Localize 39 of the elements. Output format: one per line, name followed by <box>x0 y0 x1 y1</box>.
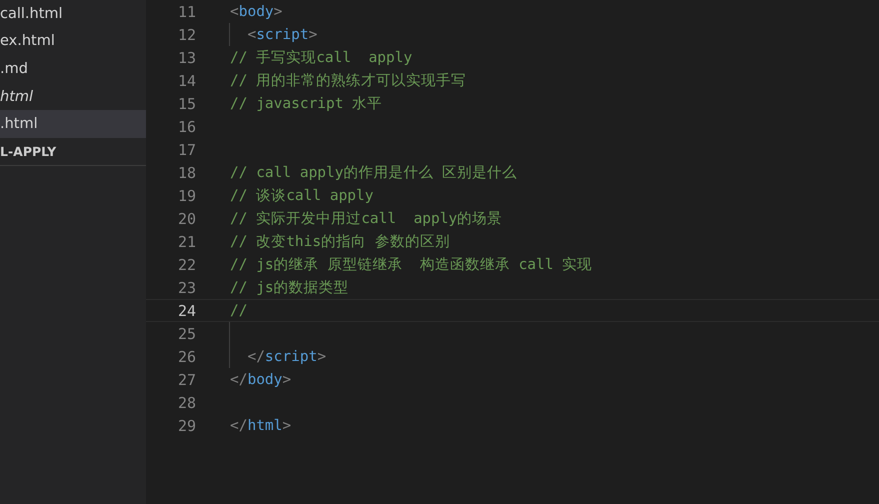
code-line: </html> <box>229 416 292 436</box>
line-number: 17 <box>176 140 196 158</box>
line-number: 11 <box>176 2 196 20</box>
code-line: // call apply的作用是什么 区别是什么 <box>229 164 518 183</box>
code-line: // 实际开发中用过call apply的场景 <box>229 210 502 229</box>
code-line: // 改变this的指向 参数的区别 <box>229 232 450 252</box>
line-number: 14 <box>176 72 196 90</box>
line-number: 22 <box>176 256 196 274</box>
line-number: 19 <box>176 186 196 204</box>
code-line: // js的继承 原型链继承 构造函数继承 call 实现 <box>229 256 592 275</box>
line-number: 21 <box>176 232 196 250</box>
file-item[interactable]: html <box>0 82 146 110</box>
line-number: 12 <box>176 26 196 44</box>
line-number: 25 <box>176 324 196 342</box>
line-number: 18 <box>176 164 196 182</box>
line-number: 13 <box>176 48 196 66</box>
line-number: 15 <box>176 94 196 112</box>
line-number: 29 <box>176 416 196 434</box>
line-number: 23 <box>176 278 196 296</box>
code-line: // <box>229 302 248 320</box>
code-line: // js的数据类型 <box>229 279 349 298</box>
file-item[interactable]: .md <box>0 55 146 83</box>
code-line: </body> <box>229 370 292 390</box>
code-line: <body> <box>229 2 282 22</box>
code-line: // javascript 水平 <box>229 95 382 114</box>
line-number: 20 <box>176 210 196 228</box>
file-item[interactable]: .html <box>0 110 146 138</box>
code-line: <script> <box>229 23 318 46</box>
code-line: // 用的非常的熟练才可以实现手写 <box>229 72 466 91</box>
line-number: 26 <box>176 348 196 366</box>
line-number: 28 <box>176 394 196 412</box>
line-number: 24 <box>176 302 196 320</box>
file-item[interactable]: call.html <box>0 0 146 28</box>
code-line: </script> <box>229 345 326 368</box>
code-line: // 手写实现call apply <box>229 48 412 68</box>
line-number: 16 <box>176 118 196 136</box>
code-line: // 谈谈call apply <box>229 187 374 206</box>
file-item[interactable]: ex.html <box>0 28 146 56</box>
line-number: 27 <box>176 370 196 388</box>
